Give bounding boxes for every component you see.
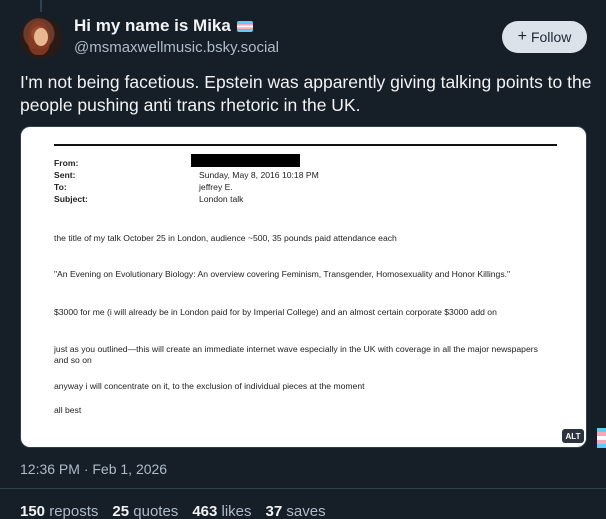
divider [0, 488, 606, 489]
stat-reposts[interactable]: 150 reposts [20, 503, 98, 519]
follow-button-label: Follow [530, 29, 572, 45]
stat-label: quotes [133, 503, 179, 519]
stat-quotes[interactable]: 25 quotes [112, 503, 178, 519]
post-text: I'm not being facetious. Epstein was app… [20, 72, 592, 115]
thread-connector-line [40, 0, 42, 12]
email-header-value: jeffrey E. [199, 182, 233, 192]
author-handle[interactable]: @msmaxwellmusic.bsky.social [74, 39, 279, 56]
post-timestamp[interactable]: 12:36 PM · Feb 1, 2026 [20, 461, 167, 477]
stat-count: 463 [192, 503, 218, 519]
email-header-label: To: [54, 182, 67, 192]
transgender-flag-icon [597, 428, 606, 448]
follow-button[interactable]: + Follow [502, 21, 587, 53]
stat-label: likes [221, 503, 252, 519]
stat-count: 150 [20, 503, 46, 519]
transgender-flag-icon [236, 20, 253, 32]
stat-likes[interactable]: 463 likes [192, 503, 251, 519]
author-display-name[interactable]: Hi my name is Mika [74, 16, 231, 36]
stat-count: 25 [112, 503, 130, 519]
alt-text-badge[interactable]: ALT [562, 429, 584, 443]
post-image[interactable]: From: Sent: Sunday, May 8, 2016 10:18 PM… [20, 126, 587, 448]
avatar-face [34, 28, 48, 46]
stat-label: saves [286, 503, 326, 519]
stat-saves[interactable]: 37 saves [266, 503, 326, 519]
author-name-row: Hi my name is Mika [74, 16, 253, 36]
engagement-stats: 150 reposts 25 quotes 463 likes 37 saves [20, 503, 326, 519]
email-body-line: "An Evening on Evolutionary Biology: An … [54, 269, 511, 279]
email-header-value: London talk [199, 194, 244, 204]
email-body-line: $3000 for me (i will already be in Londo… [54, 307, 497, 317]
email-header-value: Sunday, May 8, 2016 10:18 PM [199, 170, 319, 180]
redaction-bar [191, 154, 300, 167]
email-document: From: Sent: Sunday, May 8, 2016 10:18 PM… [21, 127, 586, 447]
avatar[interactable] [20, 17, 62, 59]
email-body-line: the title of my talk October 25 in Londo… [54, 233, 397, 243]
email-body-line: anyway i will concentrate on it, to the … [54, 381, 365, 391]
email-body-line: just as you outlined—this will create an… [54, 344, 538, 365]
email-body-line: all best [54, 405, 82, 415]
email-header-label: Sent: [54, 170, 76, 180]
email-top-rule [54, 144, 557, 146]
plus-icon: + [517, 28, 527, 45]
email-header-label: From: [54, 158, 79, 168]
email-header-label: Subject: [54, 194, 88, 204]
stat-label: reposts [49, 503, 99, 519]
stat-count: 37 [265, 503, 283, 519]
